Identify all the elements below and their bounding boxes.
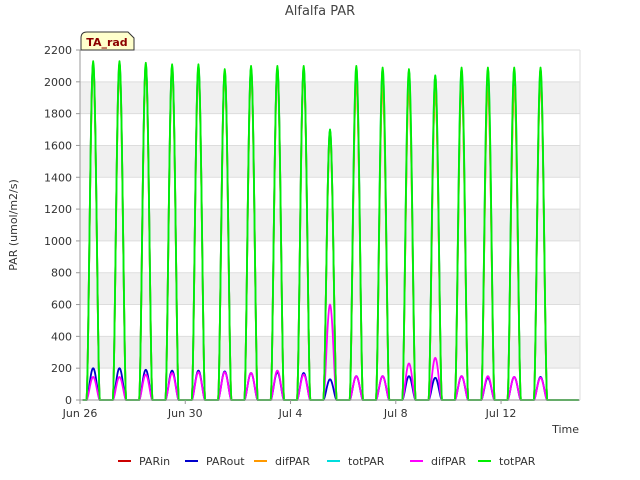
grid-band (80, 272, 580, 305)
chart-title: Alfalfa PAR (285, 4, 355, 19)
legend-item-difpar-4: difPAR (410, 455, 466, 468)
grid (80, 49, 580, 401)
grid-band (80, 81, 580, 114)
x-tick-label: Jul 4 (278, 407, 303, 420)
y-tick-label: 200 (51, 362, 72, 375)
legend-item-parout-1: PARout (185, 455, 245, 468)
y-tick-label: 1400 (44, 171, 72, 184)
y-tick-label: 1000 (44, 235, 72, 248)
legend-item-parin-0: PARin (118, 455, 170, 468)
legend-label: PARin (139, 455, 170, 468)
grid-band (80, 336, 580, 369)
grid-band (80, 209, 580, 241)
y-tick-label: 0 (65, 394, 72, 407)
y-axis-label: PAR (umol/m2/s) (7, 179, 20, 271)
grid-band (80, 145, 580, 178)
y-tick-label: 1600 (44, 139, 72, 152)
chart: 0 200 400 600 800 1000 1200 1400 1600 1800 2000 220… (7, 4, 581, 468)
y-tick-label: 1800 (44, 108, 72, 121)
legend: PARin PARout difPAR totPAR difPAR totPAR (118, 455, 536, 468)
legend-label: totPAR (499, 455, 536, 468)
x-axis-ticks: Jun 26 Jun 30 Jul 4 Jul 8 Jul 12 (62, 400, 517, 420)
x-axis-label: Time (551, 423, 579, 436)
y-tick-label: 800 (51, 267, 72, 280)
y-tick-label: 1200 (44, 203, 72, 216)
legend-label: PARout (206, 455, 245, 468)
y-tick-label: 600 (51, 299, 72, 312)
y-axis-ticks: 0 200 400 600 800 1000 1200 1400 1600 1800 2000 220… (44, 44, 80, 407)
x-tick-label: Jul 8 (383, 407, 408, 420)
ta-rad-badge: TA_rad (80, 31, 135, 51)
x-tick-label: Jun 30 (167, 407, 203, 420)
legend-item-totpar-3: totPAR (327, 455, 385, 468)
legend-label: difPAR (275, 455, 310, 468)
y-tick-label: 2200 (44, 44, 72, 57)
legend-label: totPAR (348, 455, 385, 468)
y-tick-label: 2000 (44, 76, 72, 89)
legend-item-difpar-2: difPAR (254, 455, 310, 468)
legend-label: difPAR (431, 455, 466, 468)
ta-rad-badge-label: TA_rad (86, 36, 127, 49)
x-tick-label: Jul 12 (485, 407, 517, 420)
x-tick-label: Jun 26 (62, 407, 98, 420)
y-tick-label: 400 (51, 330, 72, 343)
legend-item-totpar-5: totPAR (478, 455, 536, 468)
